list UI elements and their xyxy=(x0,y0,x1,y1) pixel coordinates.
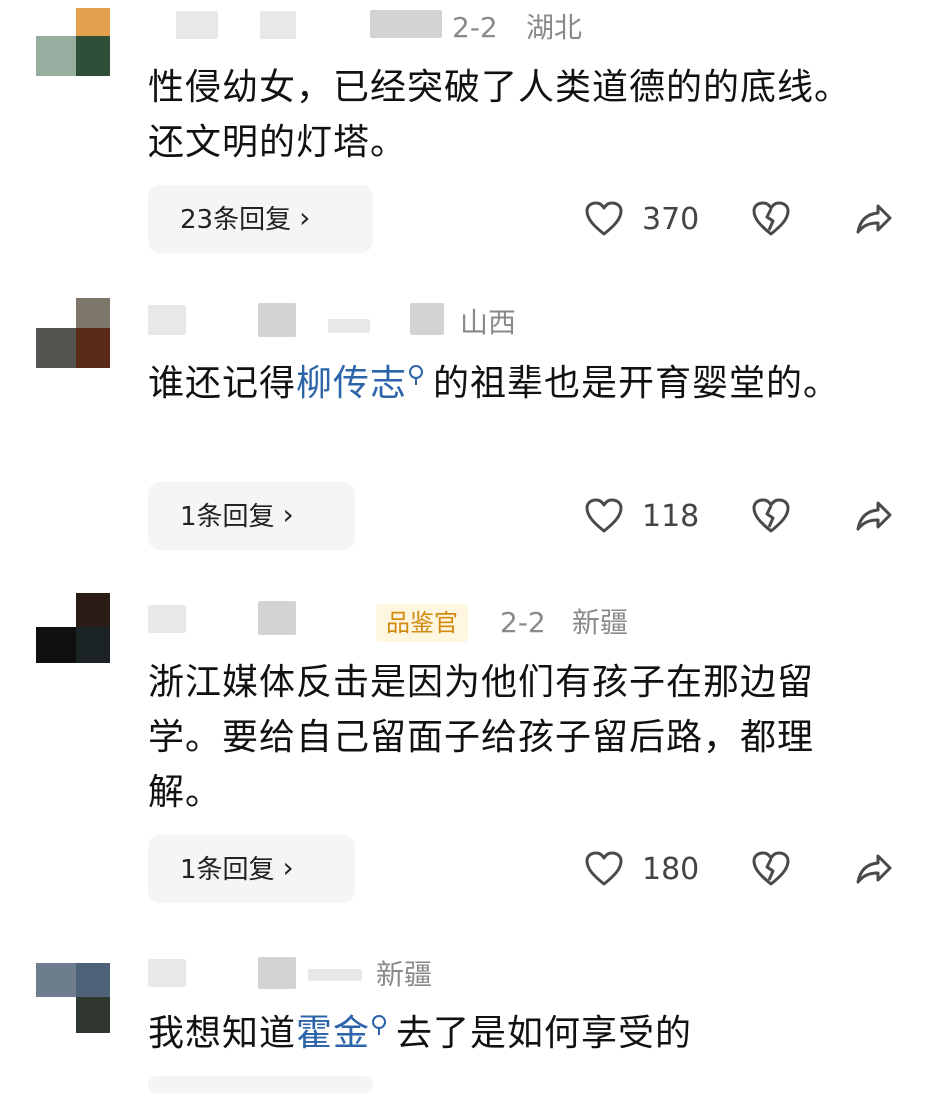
comment-actions: 180 xyxy=(584,835,904,903)
redacted-username xyxy=(258,601,296,635)
like-button[interactable]: 118 xyxy=(584,482,714,550)
comment-text-suffix: 的祖辈也是开育婴堂的。 xyxy=(433,363,841,404)
comment-text-suffix: 去了是如何享受的 xyxy=(396,1013,693,1054)
share-button[interactable] xyxy=(854,185,898,253)
avatar-pixel-2 xyxy=(36,328,76,368)
comment-meta: 2-2 湖北 xyxy=(148,8,908,48)
chevron-right-icon: › xyxy=(282,851,294,884)
chevron-right-icon: › xyxy=(299,201,311,234)
avatar-pixel-2 xyxy=(36,627,76,663)
comment-text-prefix: 我想知道 xyxy=(148,1013,297,1054)
search-icon xyxy=(409,365,424,385)
like-button[interactable]: 180 xyxy=(584,835,714,903)
user-badge: 品鉴官 xyxy=(376,604,468,642)
avatar-pixel-1 xyxy=(76,298,110,328)
avatar[interactable] xyxy=(36,8,122,78)
share-arrow-icon xyxy=(854,201,894,237)
like-count: 118 xyxy=(642,498,700,534)
redacted-username xyxy=(370,10,442,38)
comment-actions: 370 xyxy=(584,185,904,253)
heart-outline-icon xyxy=(584,498,624,534)
chevron-right-icon: › xyxy=(282,498,294,531)
share-arrow-icon xyxy=(854,498,894,534)
search-icon xyxy=(372,1015,387,1035)
avatar-pixel-3 xyxy=(76,627,110,663)
dislike-button[interactable] xyxy=(752,835,792,903)
comment-text-prefix: 谁还记得 xyxy=(148,363,297,404)
redacted-username xyxy=(176,11,218,39)
avatar-pixel-3 xyxy=(76,328,110,368)
avatar-pixel-3 xyxy=(76,997,110,1033)
dislike-button[interactable] xyxy=(752,185,792,253)
broken-heart-icon xyxy=(752,851,790,887)
redacted-username xyxy=(148,605,186,633)
reply-count-label: 1条回复 xyxy=(180,855,275,885)
avatar[interactable] xyxy=(36,593,122,663)
heart-outline-icon xyxy=(584,851,624,887)
comment-actions: 118 xyxy=(584,482,904,550)
redacted-username xyxy=(258,957,296,989)
like-button[interactable]: 370 xyxy=(584,185,714,253)
avatar-pixel-3 xyxy=(76,36,110,76)
avatar-pixel-1 xyxy=(76,8,110,36)
comment-meta: 品鉴官 2-2 新疆 xyxy=(148,601,668,643)
like-count: 180 xyxy=(642,851,700,887)
reply-count-label: 23条回复 xyxy=(180,205,292,235)
share-button[interactable] xyxy=(854,835,898,903)
comment-location: 山西 xyxy=(460,306,517,339)
comment-text: 我想知道霍金 去了是如何享受的 xyxy=(148,1006,868,1061)
dislike-button[interactable] xyxy=(752,482,792,550)
avatar-pixel-1 xyxy=(76,593,110,627)
comment-date: 2-2 xyxy=(452,11,498,44)
redacted-username xyxy=(308,969,362,981)
comment-text: 谁还记得柳传志 的祖辈也是开育婴堂的。 xyxy=(148,356,868,411)
comment-meta: 山西 xyxy=(148,303,568,343)
reply-count-button[interactable]: 23条回复 › xyxy=(148,185,373,253)
redacted-username xyxy=(410,303,444,335)
heart-outline-icon xyxy=(584,201,624,237)
comment-date: 2-2 xyxy=(500,606,546,639)
reply-count-button-partial[interactable] xyxy=(148,1076,373,1093)
redacted-username xyxy=(260,11,296,39)
comment-text: 性侵幼女，已经突破了人类道德的的底线。还文明的灯塔。 xyxy=(148,67,852,163)
reply-count-button[interactable]: 1条回复 › xyxy=(148,482,355,550)
reply-count-label: 1条回复 xyxy=(180,502,275,532)
redacted-username xyxy=(148,305,186,335)
comment-meta: 新疆 xyxy=(148,955,508,995)
share-arrow-icon xyxy=(854,851,894,887)
comment-location: 湖北 xyxy=(526,11,583,44)
share-button[interactable] xyxy=(854,482,898,550)
comment-location: 新疆 xyxy=(376,958,433,991)
mention-link[interactable]: 霍金 xyxy=(296,1013,370,1054)
redacted-username xyxy=(258,303,296,337)
broken-heart-icon xyxy=(752,201,790,237)
reply-count-button[interactable]: 1条回复 › xyxy=(148,835,355,903)
redacted-username xyxy=(148,959,186,987)
avatar[interactable] xyxy=(36,298,122,368)
like-count: 370 xyxy=(642,201,700,237)
comment-location: 新疆 xyxy=(572,606,629,639)
avatar[interactable] xyxy=(36,963,122,1033)
avatar-pixel-2 xyxy=(76,963,110,997)
comment-text: 浙江媒体反击是因为他们有孩子在那边留学。要给自己留面子给孩子留后路，都理解。 xyxy=(148,662,815,813)
redacted-username xyxy=(328,319,370,333)
broken-heart-icon xyxy=(752,498,790,534)
avatar-pixel-1 xyxy=(36,963,76,997)
avatar-pixel-2 xyxy=(36,36,76,76)
mention-link[interactable]: 柳传志 xyxy=(296,363,407,404)
